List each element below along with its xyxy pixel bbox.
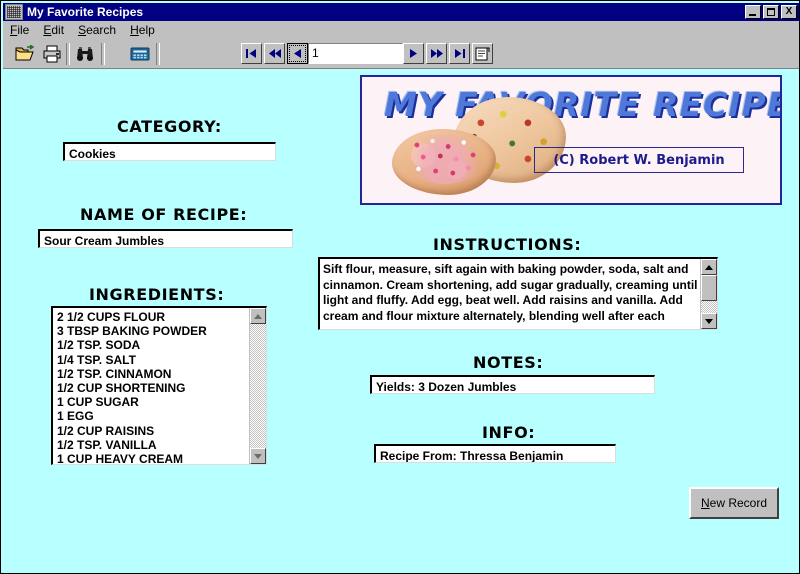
instructions-line: cinnamon. Cream shortening, add sugar gr… [323, 277, 698, 292]
new-record-label: New Record [701, 496, 767, 510]
banner-title: MY FAVORITE RECIPES [384, 85, 782, 124]
list-item[interactable]: 2 1/2 CUPS FLOUR [57, 310, 249, 324]
menu-file-rest: ile [17, 23, 30, 37]
print-icon [43, 45, 60, 63]
list-item[interactable]: 1 CUP HEAVY CREAM [57, 452, 249, 464]
application-icon [5, 4, 23, 20]
new-record-button[interactable]: New Record [689, 487, 779, 519]
info-input[interactable]: Recipe From: Thressa Benjamin [374, 444, 616, 463]
category-input[interactable]: Cookies [63, 142, 276, 161]
close-button[interactable]: X [781, 5, 797, 19]
instructions-label: INSTRUCTIONS: [433, 235, 582, 254]
right-arrow-icon [410, 49, 417, 58]
scroll-down-button[interactable] [250, 448, 266, 464]
application-window: My Favorite Recipes X File Edit Search H… [0, 0, 800, 574]
scroll-up-button[interactable] [701, 259, 717, 275]
category-label: CATEGORY: [117, 117, 222, 136]
scroll-up-button[interactable] [250, 308, 266, 324]
first-record-icon [246, 49, 256, 58]
menu-item-help[interactable]: Help [123, 22, 162, 38]
notes-label: NOTES: [473, 353, 544, 372]
instructions-textarea[interactable]: Sift flour, measure, sift again with bak… [318, 257, 718, 330]
left-arrow-icon [294, 49, 301, 58]
double-right-arrow-icon [430, 49, 443, 58]
find-button[interactable] [73, 43, 96, 65]
menu-item-file[interactable]: File [3, 22, 36, 38]
list-item[interactable]: 1/2 TSP. VANILLA [57, 438, 249, 452]
scroll-up-icon [254, 313, 262, 319]
minimize-button[interactable] [745, 5, 761, 19]
list-item[interactable]: 1/2 CUP SHORTENING [57, 381, 249, 395]
properties-icon [475, 47, 490, 60]
new-record-rest: ew Record [709, 496, 768, 510]
list-item[interactable]: 1 EGG [57, 409, 249, 423]
window-controls: X [745, 5, 797, 19]
menu-search-rest: earch [86, 23, 117, 37]
list-item[interactable]: 1/2 CUP RAISINS [57, 424, 249, 438]
list-item[interactable]: 1/4 TSP. SALT [57, 353, 249, 367]
scroll-down-button[interactable] [701, 313, 717, 329]
list-item[interactable]: 1 CUP SUGAR [57, 395, 249, 409]
info-label: INFO: [482, 423, 536, 442]
close-icon: X [785, 6, 793, 17]
instructions-line: light and fluffy. Add egg, beat well. Ad… [323, 293, 683, 307]
scroll-up-icon [705, 264, 713, 270]
copyright-box: (C) Robert W. Benjamin [534, 147, 744, 173]
recipe-banner: MY FAVORITE RECIPES (C) Robert W. Benjam… [360, 75, 782, 205]
name-of-recipe-input[interactable]: Sour Cream Jumbles [38, 229, 293, 248]
list-item[interactable]: 3 TBSP BAKING POWDER [57, 324, 249, 338]
ingredients-list: 2 1/2 CUPS FLOUR 3 TBSP BAKING POWDER 1/… [53, 308, 249, 464]
list-item[interactable]: 1/2 TSP. CINNAMON [57, 367, 249, 381]
ingredients-listbox[interactable]: 2 1/2 CUPS FLOUR 3 TBSP BAKING POWDER 1/… [51, 306, 267, 465]
instructions-line: cream and flour mixture alternately, ble… [323, 308, 665, 323]
title-bar: My Favorite Recipes X [3, 3, 799, 21]
print-button[interactable] [40, 43, 63, 65]
scroll-down-icon [254, 453, 262, 459]
scroll-down-icon [705, 318, 713, 324]
record-properties-button[interactable] [472, 43, 493, 64]
toolbar-separator-1 [66, 43, 70, 65]
window-title: My Favorite Recipes [27, 5, 144, 19]
binoculars-find-icon [76, 47, 93, 61]
instructions-scrollbar[interactable] [700, 259, 717, 329]
calculator-button[interactable] [128, 43, 151, 65]
scrollbar-thumb[interactable] [701, 275, 717, 301]
record-number-input[interactable]: 1 [308, 43, 403, 64]
menu-bar: File Edit Search Help [3, 21, 799, 39]
toolbar-separator-2 [101, 43, 105, 65]
name-of-recipe-label: NAME OF RECIPE: [80, 205, 248, 224]
notes-input[interactable]: Yields: 3 Dozen Jumbles [370, 375, 655, 394]
last-record-icon [455, 49, 465, 58]
calculator-icon [130, 47, 149, 61]
instructions-text: Sift flour, measure, sift again with bak… [320, 259, 700, 329]
ingredients-scrollbar[interactable] [249, 308, 266, 464]
toolbar: 1 [3, 39, 799, 69]
open-button[interactable] [13, 43, 36, 65]
menu-item-search[interactable]: Search [71, 22, 123, 38]
new-record-mnemonic: N [700, 496, 710, 510]
copyright-text: (C) Robert W. Benjamin [553, 152, 725, 168]
previous-record-button[interactable] [287, 43, 308, 64]
next-record-button[interactable] [403, 43, 424, 64]
list-item[interactable]: 1/2 TSP. SODA [57, 338, 249, 352]
cookie-sprinkles [406, 134, 484, 184]
instructions-line: Sift flour, measure, sift again with bak… [323, 262, 689, 276]
previous-page-button[interactable] [264, 43, 285, 64]
menu-help-rest: elp [138, 23, 155, 37]
menu-edit-rest: dit [51, 23, 65, 37]
next-page-button[interactable] [426, 43, 447, 64]
last-record-button[interactable] [449, 43, 470, 64]
double-left-arrow-icon [268, 49, 281, 58]
open-folder-icon [15, 45, 34, 61]
first-record-button[interactable] [241, 43, 262, 64]
ingredients-label: INGREDIENTS: [89, 285, 225, 304]
toolbar-separator-3 [156, 43, 160, 65]
maximize-button[interactable] [763, 5, 779, 19]
menu-item-edit[interactable]: Edit [36, 22, 71, 38]
